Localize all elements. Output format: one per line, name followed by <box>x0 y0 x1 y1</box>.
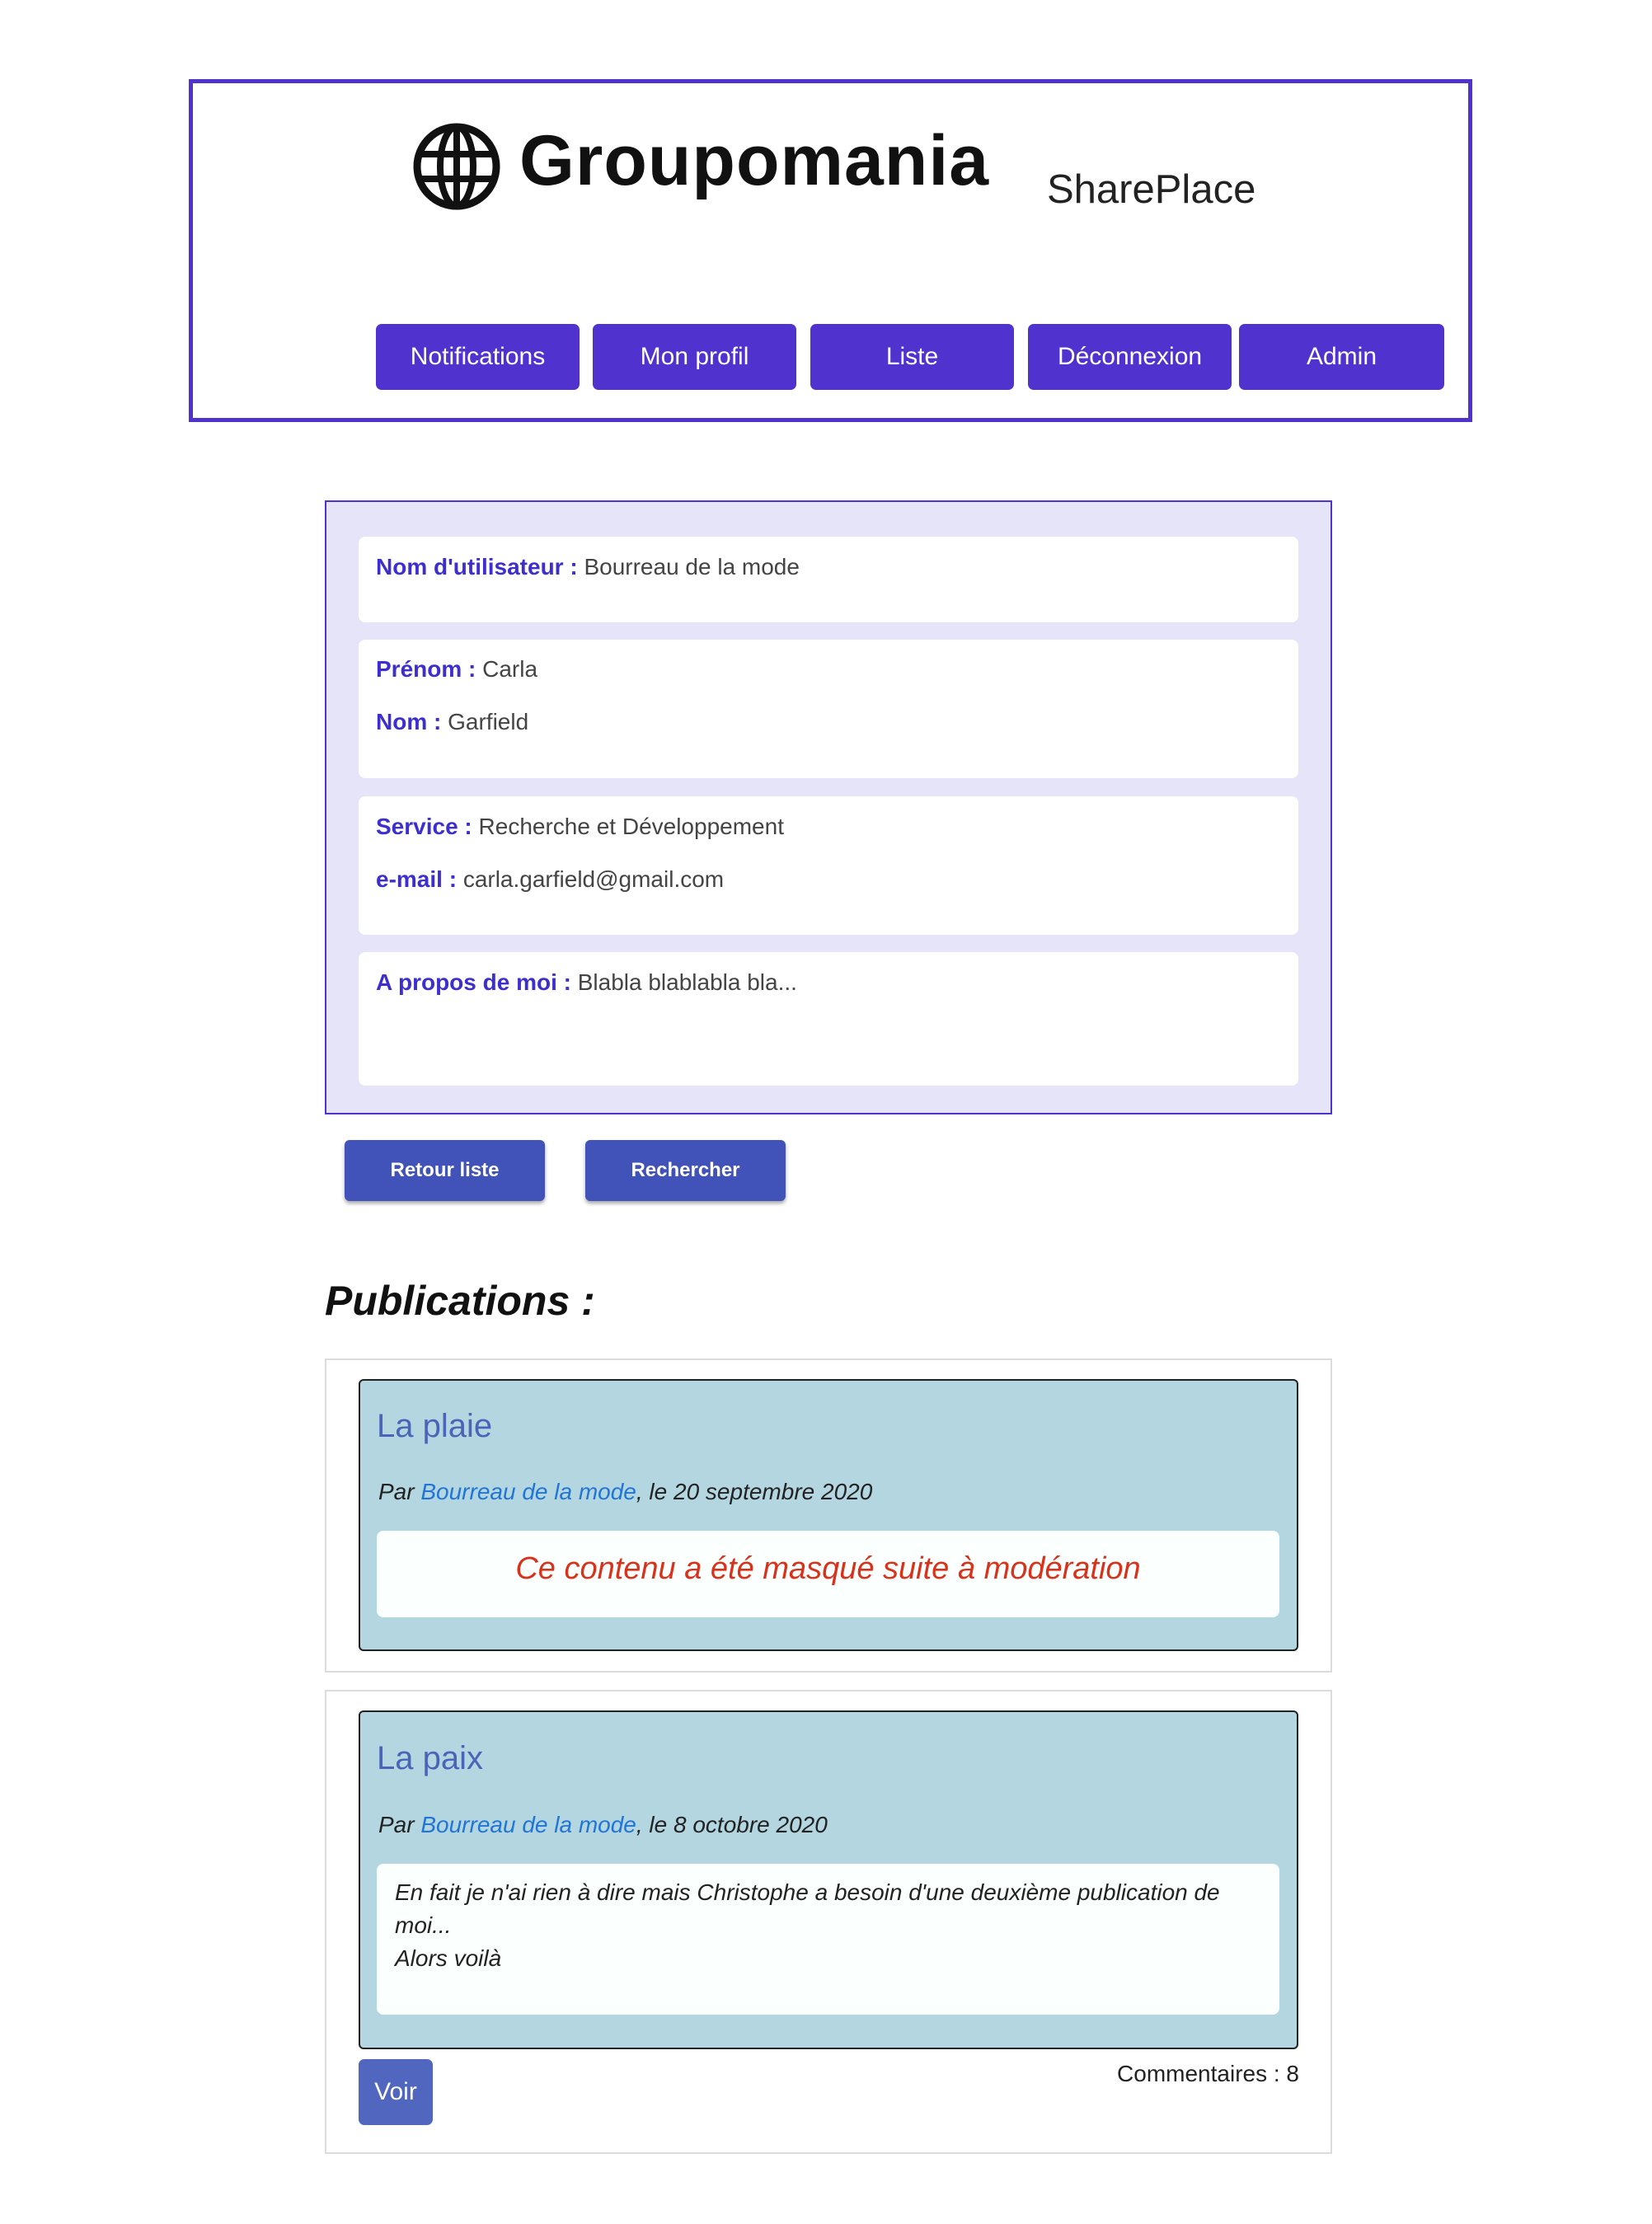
service-card: Service : Recherche et Développement e-m… <box>359 796 1298 935</box>
firstname-value: Carla <box>482 656 538 682</box>
lastname-label: Nom : <box>376 709 442 734</box>
username-value: Bourreau de la mode <box>584 554 800 579</box>
publication-date: , le 20 septembre 2020 <box>636 1479 873 1504</box>
nav-logout-button[interactable]: Déconnexion <box>1028 324 1232 390</box>
app-name: SharePlace <box>1047 167 1256 212</box>
lastname-value: Garfield <box>448 709 529 734</box>
publication-meta: Par Bourreau de la mode, le 8 octobre 20… <box>378 1809 828 1842</box>
username-card: Nom d'utilisateur : Bourreau de la mode <box>359 537 1298 622</box>
about-value: Blabla blablabla bla... <box>577 969 797 995</box>
nav-notifications-button[interactable]: Notifications <box>376 324 580 390</box>
view-publication-button[interactable]: Voir <box>359 2059 433 2125</box>
about-card: A propos de moi : Blabla blablabla bla..… <box>359 952 1298 1086</box>
back-to-list-button[interactable]: Retour liste <box>345 1140 545 1201</box>
email-label: e-mail : <box>376 866 458 892</box>
service-field: Service : Recherche et Développement <box>376 810 784 843</box>
about-field: A propos de moi : Blabla blablabla bla..… <box>376 966 797 999</box>
lastname-field: Nom : Garfield <box>376 706 528 739</box>
name-card: Prénom : Carla Nom : Garfield <box>359 640 1298 778</box>
publication-meta: Par Bourreau de la mode, le 20 septembre… <box>378 1476 872 1508</box>
author-link[interactable]: Bourreau de la mode <box>420 1479 636 1504</box>
about-label: A propos de moi : <box>376 969 571 995</box>
comments-count: Commentaires : 8 <box>1117 2061 1299 2086</box>
moderation-message: Ce contenu a été masqué suite à modérati… <box>515 1551 1141 1586</box>
nav-list-button[interactable]: Liste <box>810 324 1014 390</box>
author-link[interactable]: Bourreau de la mode <box>420 1812 636 1837</box>
logo-wordmark: Groupomania <box>519 121 990 200</box>
email-value: carla.garfield@gmail.com <box>462 866 725 892</box>
publication-title: La paix <box>377 1740 483 1776</box>
globe-icon <box>411 121 502 212</box>
publication-title: La plaie <box>377 1408 493 1444</box>
publication-date: , le 8 octobre 2020 <box>636 1812 828 1837</box>
publication-body: En fait je n'ai rien à dire mais Christo… <box>395 1879 1220 1971</box>
username-label: Nom d'utilisateur : <box>376 554 578 579</box>
publications-heading: Publications : <box>325 1278 595 1324</box>
service-value: Recherche et Développement <box>478 814 784 839</box>
search-button[interactable]: Rechercher <box>585 1140 786 1201</box>
service-label: Service : <box>376 814 472 839</box>
username-field: Nom d'utilisateur : Bourreau de la mode <box>376 551 800 584</box>
firstname-field: Prénom : Carla <box>376 653 537 686</box>
by-label: Par <box>378 1812 415 1837</box>
firstname-label: Prénom : <box>376 656 476 682</box>
email-field: e-mail : carla.garfield@gmail.com <box>376 863 724 896</box>
by-label: Par <box>378 1479 415 1504</box>
publication-content: En fait je n'ai rien à dire mais Christo… <box>377 1864 1279 2015</box>
nav-profile-button[interactable]: Mon profil <box>593 324 796 390</box>
nav-admin-button[interactable]: Admin <box>1239 324 1444 390</box>
publication-content: Ce contenu a été masqué suite à modérati… <box>377 1531 1279 1617</box>
